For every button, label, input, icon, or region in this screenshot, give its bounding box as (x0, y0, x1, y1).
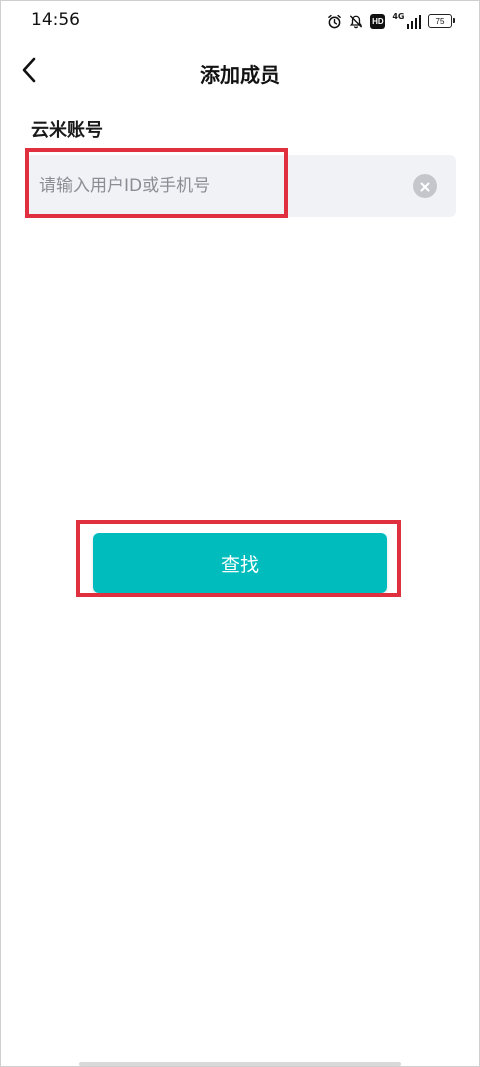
bell-muted-icon (349, 14, 363, 29)
clear-circle-icon (420, 177, 430, 196)
button-highlight-box (76, 520, 401, 597)
status-bar: 14:56 HD 4G 75 (0, 0, 480, 42)
page-title: 添加成员 (200, 63, 280, 87)
network-type-label: 4G (392, 12, 405, 21)
clear-button[interactable] (413, 174, 437, 198)
battery-icon: 75 (428, 14, 455, 28)
input-highlight-box (25, 148, 288, 218)
status-time: 14:56 (31, 10, 80, 30)
hd-icon: HD (370, 13, 386, 29)
status-icons: HD 4G 75 (327, 11, 455, 31)
home-indicator (79, 1062, 401, 1066)
account-label: 云米账号 (31, 120, 103, 141)
alarm-icon (327, 14, 342, 29)
signal-bars (406, 15, 421, 29)
signal-icon: 4G (392, 13, 421, 29)
nav-bar: 添加成员 (0, 42, 480, 102)
battery-level: 75 (435, 16, 445, 26)
